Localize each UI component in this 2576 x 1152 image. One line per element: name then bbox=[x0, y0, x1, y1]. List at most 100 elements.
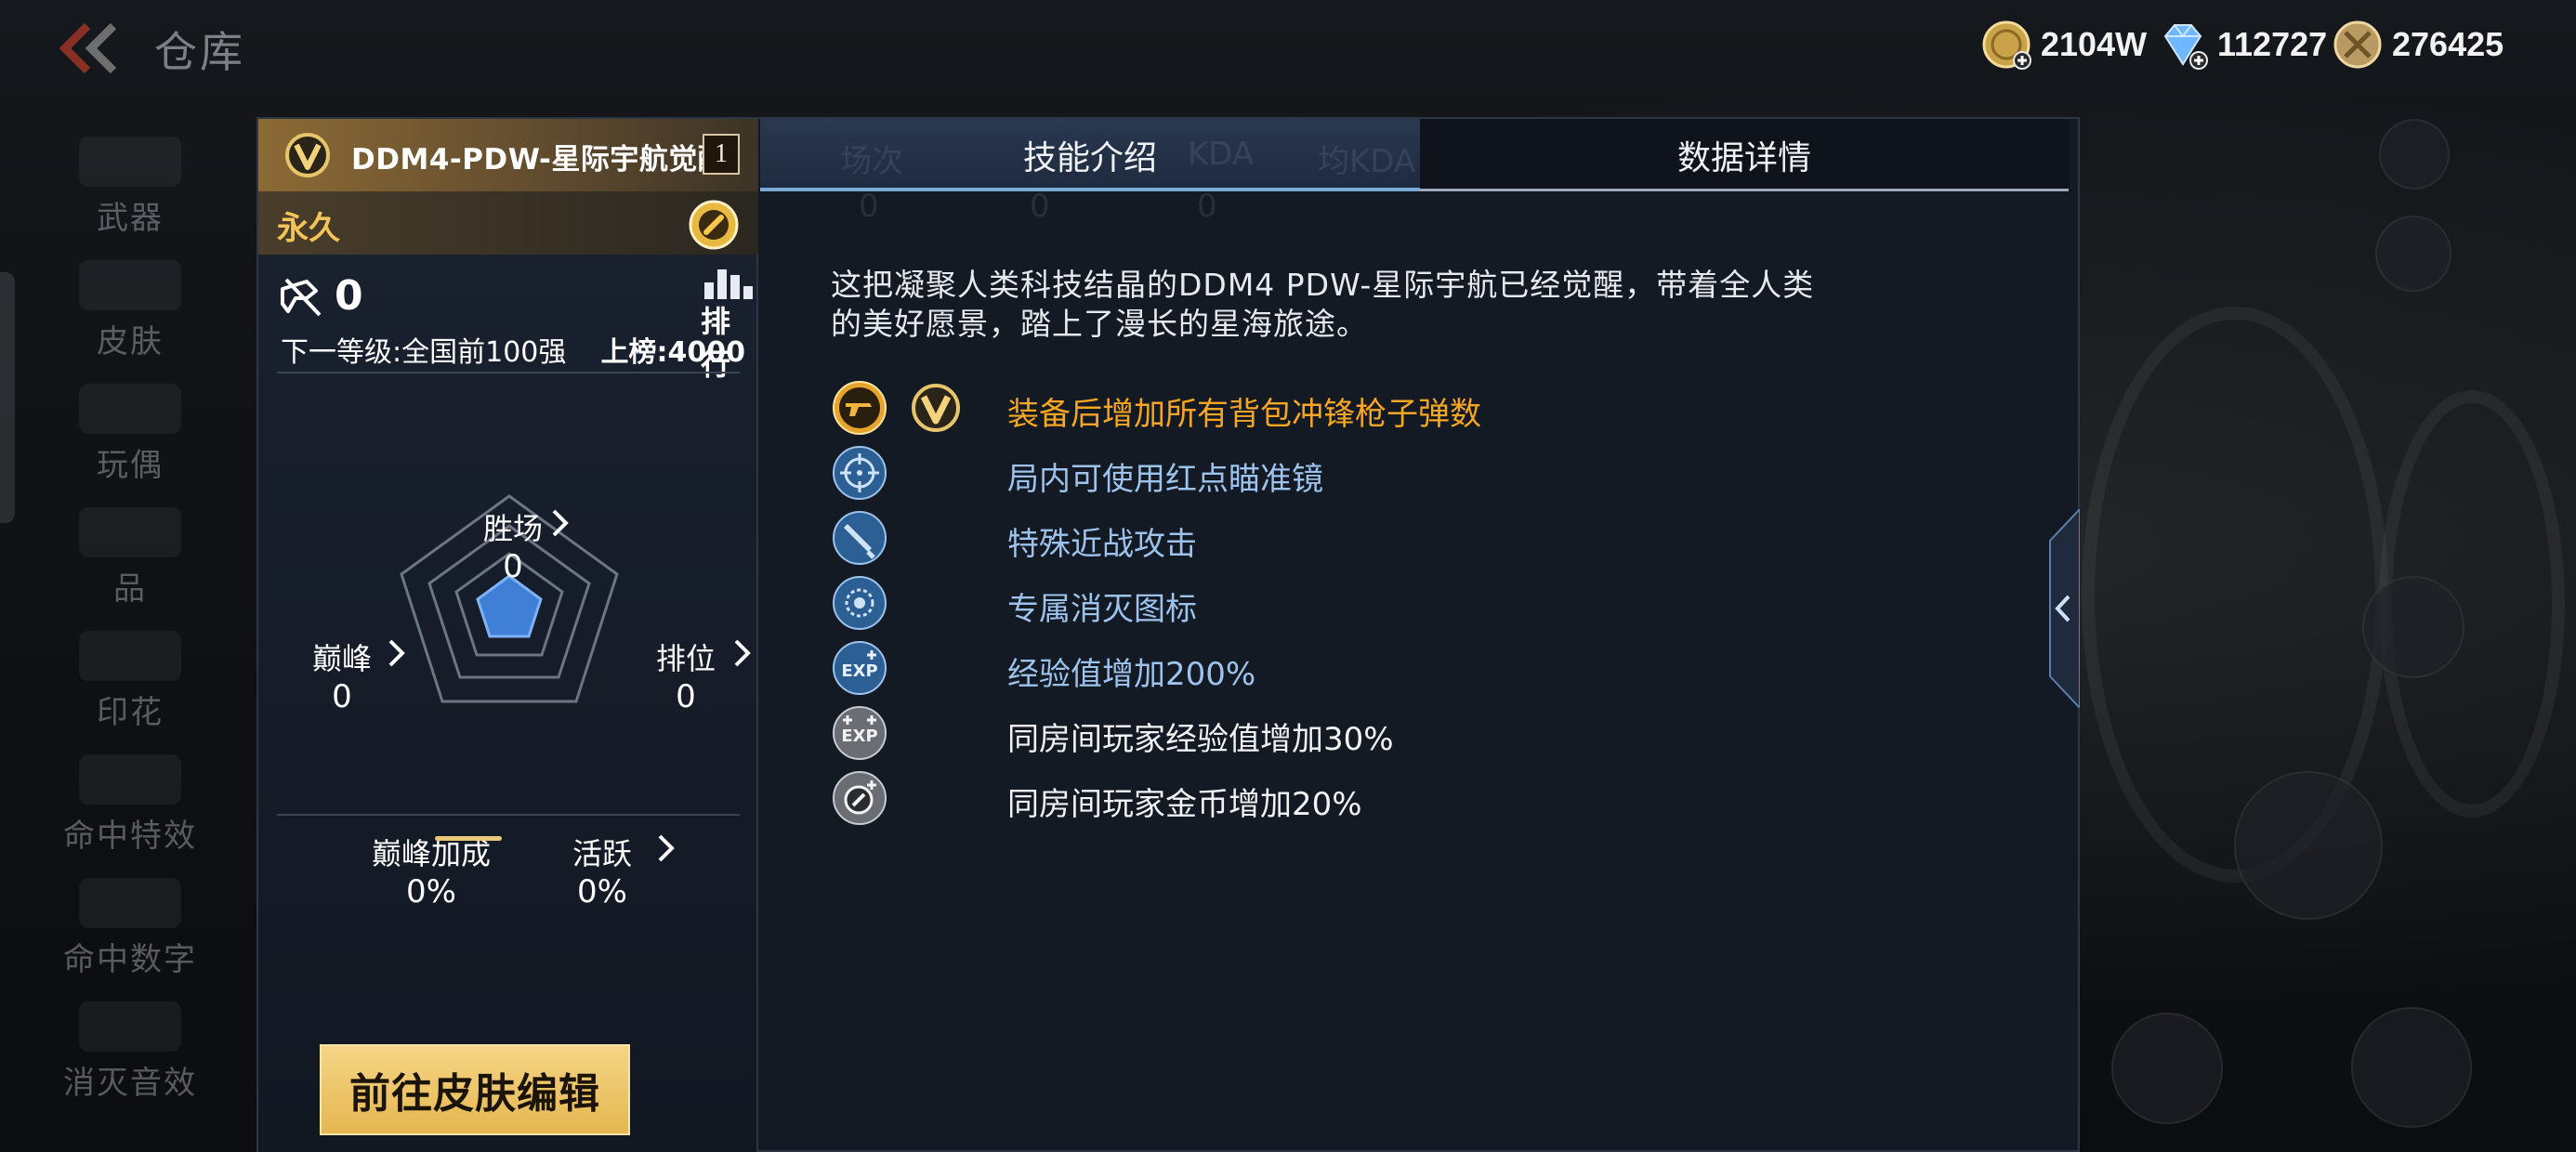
edit-skin-button[interactable]: 前往皮肤编辑 bbox=[320, 1044, 630, 1135]
currency-medal[interactable]: 276425 bbox=[2333, 17, 2504, 72]
diamond-icon bbox=[2163, 24, 2208, 70]
ghost-value: 0 bbox=[1197, 188, 1217, 225]
stat-value: 0 bbox=[503, 548, 523, 585]
sidebar-item-label: 命中特效 bbox=[63, 818, 197, 855]
settings-round-button[interactable] bbox=[2379, 119, 2450, 190]
stat-label: 排位 bbox=[655, 641, 716, 676]
stat-value: 0% bbox=[406, 873, 456, 910]
category-sidebar: 武器 皮肤 玩偶 品 印花 命中特效 命中数字 消灭音效 bbox=[0, 125, 260, 1152]
hit-effect-icon bbox=[79, 754, 181, 805]
stat-wins[interactable]: 胜场 0 bbox=[467, 505, 569, 585]
skill-text: 局内可使用红点瞄准镜 bbox=[1007, 461, 1323, 498]
kill-emblem-icon bbox=[833, 576, 887, 630]
item-icon bbox=[79, 507, 181, 557]
ammo-round-button[interactable] bbox=[2234, 771, 2383, 920]
sidebar-item-skin[interactable]: 皮肤 bbox=[0, 249, 260, 373]
stat-ranked[interactable]: 排位 0 bbox=[639, 635, 751, 715]
back-button[interactable] bbox=[56, 20, 126, 76]
currency-diamond[interactable]: 112727 bbox=[2158, 17, 2327, 72]
sidebar-item-label: 玩偶 bbox=[97, 447, 164, 484]
ghost-header: 均KDA bbox=[1318, 143, 1416, 180]
skill-text: 装备后增加所有背包冲锋枪子弹数 bbox=[1007, 396, 1481, 433]
ghost-header: KDA bbox=[1188, 136, 1255, 173]
leaderboard-threshold: 上榜:4000 bbox=[600, 336, 746, 369]
next-level-row: 下一等级:全国前100强 上榜:4000 bbox=[281, 329, 745, 369]
top-bar: 仓库 2104W 112727 276425 bbox=[0, 0, 2576, 102]
stat-value: 0 bbox=[332, 678, 352, 715]
bar-chart-icon bbox=[704, 269, 753, 299]
tab-data-details[interactable]: 数据详情 bbox=[1420, 119, 2069, 191]
ghost-header: 场次 bbox=[840, 143, 903, 180]
sidebar-item-doll[interactable]: 玩偶 bbox=[0, 373, 260, 496]
stat-activity[interactable]: 活跃 0% bbox=[556, 831, 675, 910]
ghost-value: 0 bbox=[1030, 188, 1050, 225]
diamond-amount: 112727 bbox=[2217, 25, 2328, 63]
inspect-round-button[interactable] bbox=[2351, 1007, 2472, 1128]
page-indicator bbox=[435, 836, 502, 841]
sidebar-item-sticker[interactable]: 印花 bbox=[0, 620, 260, 743]
swap-round-button[interactable] bbox=[2111, 1013, 2223, 1124]
gold-amount: 2104W bbox=[2041, 25, 2148, 63]
skill-item: 专属消灭图标 bbox=[831, 574, 2039, 634]
svg-text:EXP: EXP bbox=[841, 661, 877, 681]
sidebar-item-item[interactable]: 品 bbox=[0, 496, 260, 620]
sidebar-item-weapon[interactable]: 武器 bbox=[0, 125, 260, 249]
skill-item: EXP 经验值增加200% bbox=[831, 639, 2039, 699]
chevron-right-icon bbox=[552, 509, 569, 537]
stat-label: 胜场 bbox=[482, 511, 543, 546]
skin-description: 这把凝聚人类科技结晶的DDM4 PDW-星际宇航已经觉醒，带着全人类 的美好愿景… bbox=[831, 266, 2020, 344]
currency-gold[interactable]: 2104W bbox=[1981, 17, 2147, 72]
medal-button-icon[interactable] bbox=[688, 199, 740, 251]
sidebar-item-label: 品 bbox=[113, 570, 147, 608]
skill-text: 同房间玩家经验值增加30% bbox=[1007, 721, 1394, 758]
double-chevron-left-icon bbox=[59, 22, 117, 74]
sidebar-item-hit-number[interactable]: 命中数字 bbox=[0, 867, 260, 990]
next-level-text: 下一等级:全国前100强 bbox=[281, 336, 567, 369]
skill-text: 同房间玩家金币增加20% bbox=[1007, 786, 1362, 823]
sticker-icon bbox=[79, 631, 181, 681]
stat-peak[interactable]: 巅峰 0 bbox=[296, 635, 405, 715]
sidebar-item-label: 消灭音效 bbox=[63, 1065, 197, 1102]
weapon-level-badge: 1 bbox=[703, 134, 740, 175]
aim-round-button[interactable] bbox=[2362, 576, 2464, 678]
page-title: 仓库 bbox=[154, 27, 245, 77]
doll-icon bbox=[79, 384, 181, 434]
v-awakened-badge-icon bbox=[912, 384, 960, 432]
team-coin-icon bbox=[833, 771, 887, 825]
hit-number-icon bbox=[79, 878, 181, 928]
medal-amount: 276425 bbox=[2392, 25, 2504, 63]
description-line: 的美好愿景，踏上了漫长的星海旅途。 bbox=[831, 306, 1368, 342]
kill-count: 0 bbox=[335, 272, 363, 320]
skill-item: 装备后增加所有背包冲锋枪子弹数 bbox=[831, 379, 2039, 439]
skill-text: 经验值增加200% bbox=[1007, 656, 1256, 693]
weapon-summary: DDM4-PDW-星际宇航觉醒 1 永久 0 排行 下一等级:全国前100强 上… bbox=[258, 119, 758, 1152]
skill-item: 局内可使用红点瞄准镜 bbox=[831, 444, 2039, 504]
stat-peak-bonus[interactable]: 巅峰加成 0% bbox=[366, 831, 496, 910]
gun-bullet-icon bbox=[833, 381, 887, 435]
duration-bar: 永久 bbox=[258, 191, 758, 255]
v-awakened-badge-icon bbox=[285, 133, 330, 177]
red-dot-scope-icon bbox=[833, 446, 887, 500]
gold-coin-icon bbox=[1982, 20, 2031, 70]
chevron-right-icon bbox=[734, 639, 751, 667]
tab-label: 技能介绍 bbox=[1022, 139, 1157, 177]
stat-value: 0% bbox=[577, 873, 627, 910]
weapon-name: DDM4-PDW-星际宇航觉醒 bbox=[351, 143, 728, 177]
sidebar-item-label: 命中数字 bbox=[63, 941, 197, 978]
kill-count-row: 0 排行 bbox=[279, 269, 753, 382]
skin-rifle-icon bbox=[79, 260, 181, 310]
sidebar-item-label: 武器 bbox=[97, 200, 164, 237]
kill-count-icon bbox=[281, 278, 322, 317]
sidebar-item-kill-sound[interactable]: 消灭音效 bbox=[0, 990, 260, 1114]
tab-label: 数据详情 bbox=[1676, 139, 1811, 177]
sidebar-item-hit-effect[interactable]: 命中特效 bbox=[0, 743, 260, 867]
radar-chart: 胜场 0 巅峰 0 排位 0 巅峰加成 0% 活跃 0% bbox=[258, 379, 758, 910]
detail-tabs: 技能介绍 数据详情 bbox=[760, 119, 2078, 191]
view-1p-button[interactable] bbox=[2375, 216, 2451, 292]
weapon-header: DDM4-PDW-星际宇航觉醒 1 bbox=[258, 119, 758, 191]
skill-text: 特殊近战攻击 bbox=[1007, 526, 1197, 563]
chevron-right-icon bbox=[388, 639, 405, 667]
collapse-panel-button[interactable] bbox=[2046, 506, 2081, 711]
pentagon-radar bbox=[400, 494, 619, 703]
divider bbox=[277, 814, 740, 816]
